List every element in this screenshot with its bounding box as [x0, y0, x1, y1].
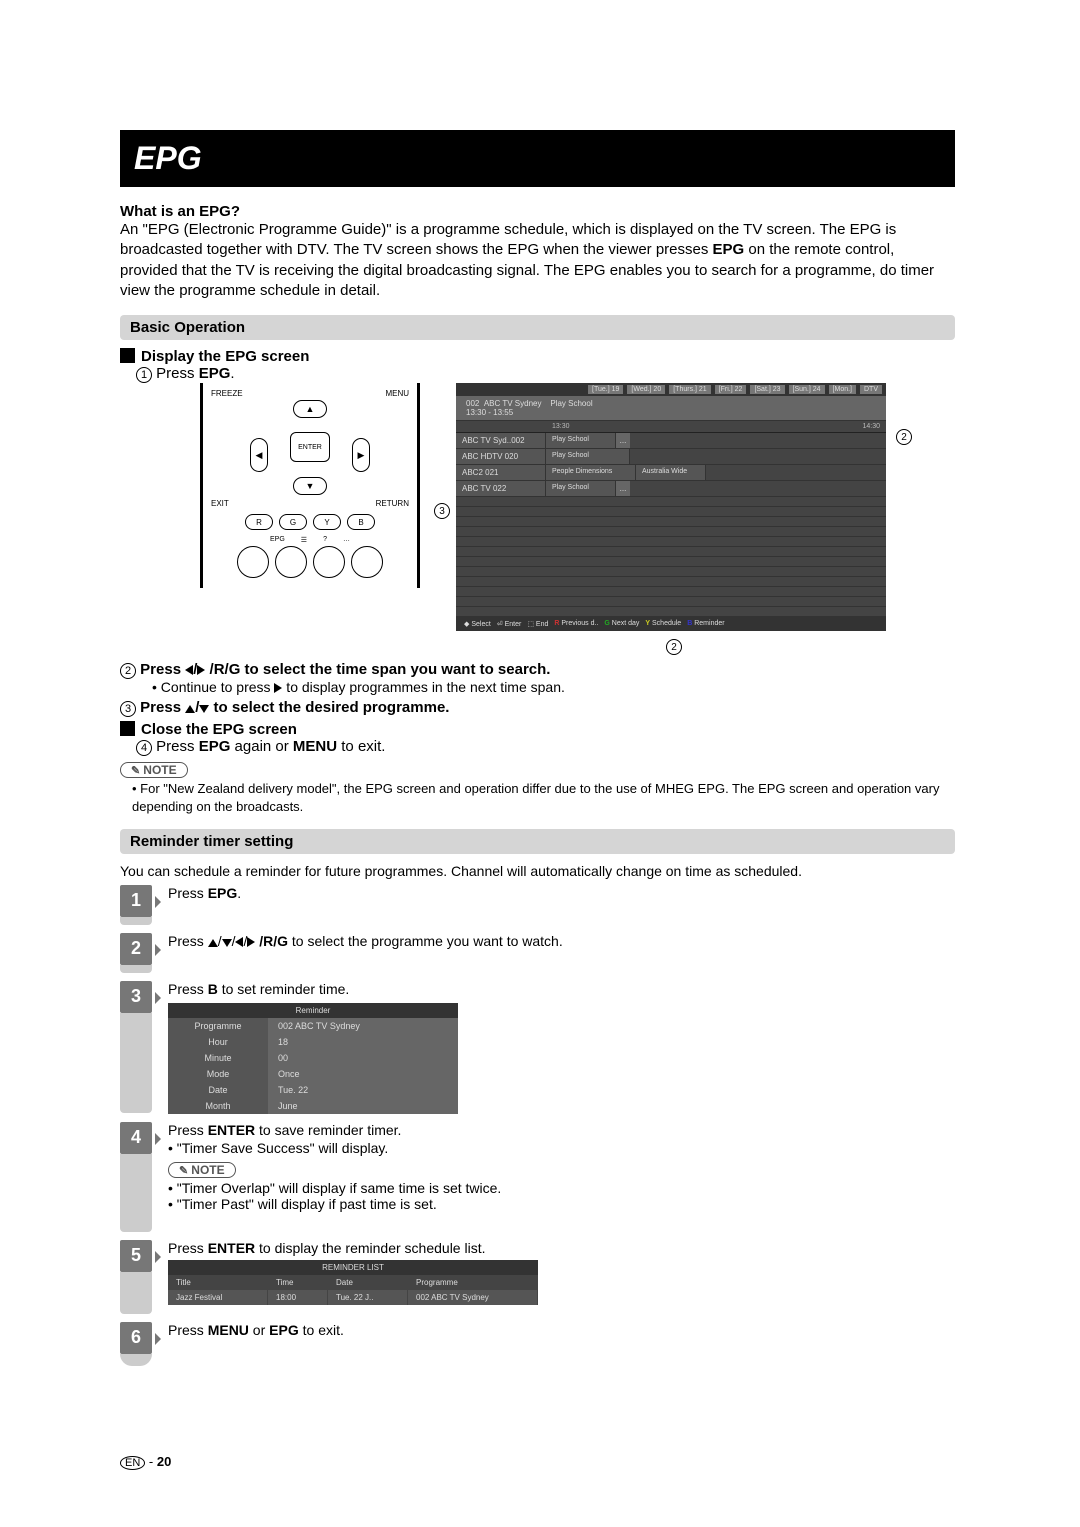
arrow-down-icon: ▼: [293, 477, 327, 495]
rstep4: Press ENTER to save reminder timer. • "T…: [168, 1122, 955, 1232]
menu-label: MENU: [385, 389, 409, 398]
blue-button: B: [347, 514, 375, 530]
step1: 1 Press EPG.: [136, 365, 955, 383]
freeze-label: FREEZE: [211, 389, 243, 398]
intro: What is an EPG? An "EPG (Electronic Prog…: [120, 203, 955, 301]
remote-control: FREEZEMENU ▲ ◀ ENTER ▶ ▼ EXITRETURN R G …: [200, 383, 420, 588]
step-bubble: 6: [120, 1322, 152, 1354]
note-label: NOTE: [168, 1162, 236, 1178]
red-button: R: [245, 514, 273, 530]
epg-button: [237, 546, 269, 578]
step3: 3 Press / to select the desired programm…: [120, 699, 955, 717]
enter-button: ENTER: [290, 432, 330, 462]
step-bubble: 4: [120, 1122, 152, 1154]
arrow-left-icon: ◀: [250, 438, 268, 472]
yellow-button: Y: [313, 514, 341, 530]
basic-operation-head: Basic Operation: [120, 315, 955, 340]
note-label: NOTE: [120, 762, 188, 778]
reminder-intro: You can schedule a reminder for future p…: [120, 862, 955, 881]
callout-3: 3: [434, 503, 450, 519]
rstep2: Press /// /R/G to select the programme y…: [168, 933, 955, 973]
arrow-right-icon: ▶: [352, 438, 370, 472]
reminder-head: Reminder timer setting: [120, 829, 955, 854]
epg-label: EPG: [270, 536, 285, 544]
epg-days: [Tue.] 19 [Wed.] 20 [Thurs.] 21 [Fri.] 2…: [456, 383, 886, 396]
display-epg: Display the EPG screen: [120, 348, 955, 365]
intro-body: An "EPG (Electronic Programme Guide)" is…: [120, 220, 955, 301]
exit-label: EXIT: [211, 499, 229, 508]
callout-2: 2: [896, 429, 912, 445]
round-button: [275, 546, 307, 578]
epg-info: 002 ABC TV Sydney Play School 13:30 - 13…: [456, 396, 886, 421]
arrow-up-icon: ▲: [293, 400, 327, 418]
epg-row: ABC TV Syd..002Play School...: [456, 433, 886, 449]
step-bubble: 1: [120, 885, 152, 917]
intro-question: What is an EPG?: [120, 203, 955, 220]
rstep3: Press B to set reminder time. Reminder P…: [168, 981, 955, 1114]
step-bubble: 2: [120, 933, 152, 965]
callout-2b: 2: [666, 639, 682, 655]
epg-footer: ◆ Select ⏎ Enter ⬚ End R Previous d.. G …: [456, 617, 886, 631]
step2-sub: • Continue to press to display programme…: [152, 679, 955, 695]
note-text: • For "New Zealand delivery model", the …: [120, 780, 955, 815]
return-label: RETURN: [376, 499, 409, 508]
step-bubble: 3: [120, 981, 152, 1013]
page-title: EPG: [120, 130, 955, 187]
rstep6: Press MENU or EPG to exit.: [168, 1322, 955, 1366]
round-button: [313, 546, 345, 578]
rstep1: Press EPG.: [168, 885, 955, 925]
step4: 4 Press EPG again or MENU to exit.: [136, 738, 955, 756]
green-button: G: [279, 514, 307, 530]
epg-row: ABC2 021People DimensionsAustralia Wide: [456, 465, 886, 481]
reminder-list-table: REMINDER LIST Title Time Date Programme …: [168, 1260, 538, 1305]
close-epg: Close the EPG screen: [120, 721, 955, 738]
reminder-table: Reminder Programme002 ABC TV Sydney Hour…: [168, 1003, 458, 1114]
rstep5: Press ENTER to display the reminder sche…: [168, 1240, 955, 1314]
epg-row: ABC TV 022Play School...: [456, 481, 886, 497]
page-number: EN - 20: [120, 1454, 171, 1469]
round-button: [351, 546, 383, 578]
step2: 2 Press / /R/G to select the time span y…: [120, 661, 955, 679]
epg-screenshot: [Tue.] 19 [Wed.] 20 [Thurs.] 21 [Fri.] 2…: [456, 383, 886, 631]
step-bubble: 5: [120, 1240, 152, 1272]
epg-row: ABC HDTV 020Play School: [456, 449, 886, 465]
